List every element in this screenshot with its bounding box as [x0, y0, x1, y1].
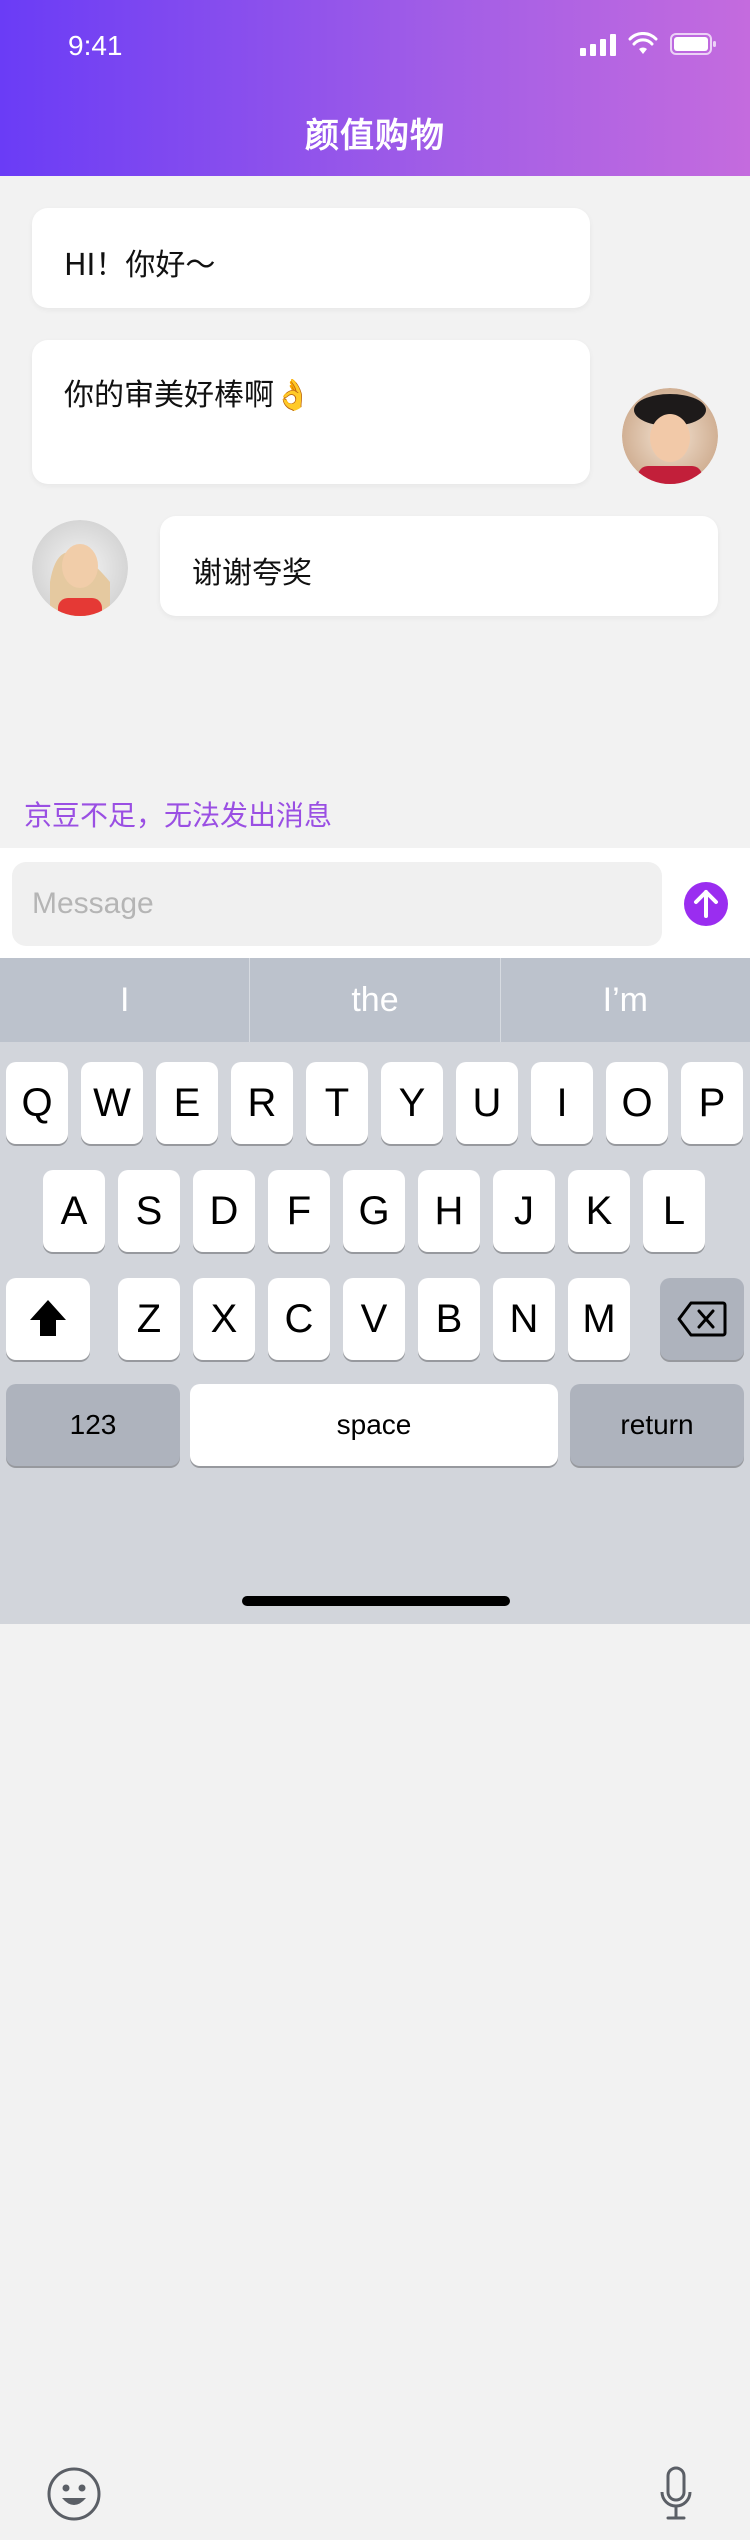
message-placeholder: Message — [32, 887, 154, 920]
key[interactable]: F — [268, 1170, 330, 1252]
message-text: 谢谢夸奖 — [192, 556, 312, 591]
key[interactable]: S — [118, 1170, 180, 1252]
app-header: 9:41 颜值购物 — [0, 0, 750, 176]
space-key[interactable]: space — [190, 1384, 558, 1466]
message-bubble: 谢谢夸奖 — [160, 516, 718, 616]
key[interactable]: L — [643, 1170, 705, 1252]
emoji-icon[interactable] — [46, 2466, 102, 2527]
shift-key[interactable] — [6, 1278, 90, 1360]
key[interactable]: E — [156, 1062, 218, 1144]
key[interactable]: B — [418, 1278, 480, 1360]
avatar[interactable] — [32, 520, 128, 616]
key[interactable]: Q — [6, 1062, 68, 1144]
key[interactable]: T — [306, 1062, 368, 1144]
key[interactable]: K — [568, 1170, 630, 1252]
key[interactable]: A — [43, 1170, 105, 1252]
send-button[interactable] — [684, 882, 728, 926]
composer-bar: Message — [0, 848, 750, 958]
status-time: 9:41 — [68, 30, 123, 61]
keyboard-row: A S D F G H J K L — [0, 1170, 750, 1254]
key[interactable]: P — [681, 1062, 743, 1144]
key[interactable]: Y — [381, 1062, 443, 1144]
message-bubble: HI！你好～ — [32, 208, 590, 308]
key[interactable]: N — [493, 1278, 555, 1360]
message-bubble: 你的审美好棒啊👌 — [32, 340, 590, 484]
keyboard: I the I’m Q W E R T Y U I O P A S D F G … — [0, 958, 750, 2521]
key[interactable]: X — [193, 1278, 255, 1360]
backspace-icon — [677, 1301, 727, 1337]
error-notice: 京豆不足，无法发出消息 — [24, 799, 333, 832]
battery-icon — [670, 32, 718, 60]
key[interactable]: I — [531, 1062, 593, 1144]
keyboard-row: 123 space return — [0, 1384, 750, 1468]
microphone-icon[interactable] — [656, 2466, 696, 2531]
return-key[interactable]: return — [570, 1384, 744, 1466]
key[interactable]: C — [268, 1278, 330, 1360]
keyboard-row: Z X C V B N M — [0, 1278, 750, 1362]
key[interactable]: G — [343, 1170, 405, 1252]
key[interactable]: Z — [118, 1278, 180, 1360]
home-indicator — [242, 1596, 510, 1606]
signal-icon — [580, 32, 616, 60]
shift-icon — [30, 1300, 66, 1336]
key[interactable]: H — [418, 1170, 480, 1252]
message-text: 你的审美好棒啊👌 — [64, 378, 312, 413]
send-arrow-icon — [684, 882, 728, 926]
status-icons — [580, 32, 718, 60]
key[interactable]: J — [493, 1170, 555, 1252]
key[interactable]: R — [231, 1062, 293, 1144]
suggestion[interactable]: I’m — [499, 958, 750, 1042]
numbers-key[interactable]: 123 — [6, 1384, 180, 1466]
page-title: 颜值购物 — [305, 116, 445, 156]
key[interactable]: D — [193, 1170, 255, 1252]
key[interactable]: M — [568, 1278, 630, 1360]
key[interactable]: U — [456, 1062, 518, 1144]
key[interactable]: W — [81, 1062, 143, 1144]
key[interactable]: O — [606, 1062, 668, 1144]
suggestion[interactable]: I — [0, 958, 249, 1042]
wifi-icon — [628, 32, 658, 60]
keyboard-bottom-bar — [0, 2466, 750, 2540]
keyboard-row: Q W E R T Y U I O P — [0, 1062, 750, 1146]
key[interactable]: V — [343, 1278, 405, 1360]
suggestion[interactable]: the — [249, 958, 499, 1042]
suggestion-bar: I the I’m — [0, 958, 750, 1042]
backspace-key[interactable] — [660, 1278, 744, 1360]
message-text: HI！你好～ — [64, 248, 216, 283]
avatar[interactable] — [622, 388, 718, 484]
message-input[interactable]: Message — [12, 862, 662, 946]
